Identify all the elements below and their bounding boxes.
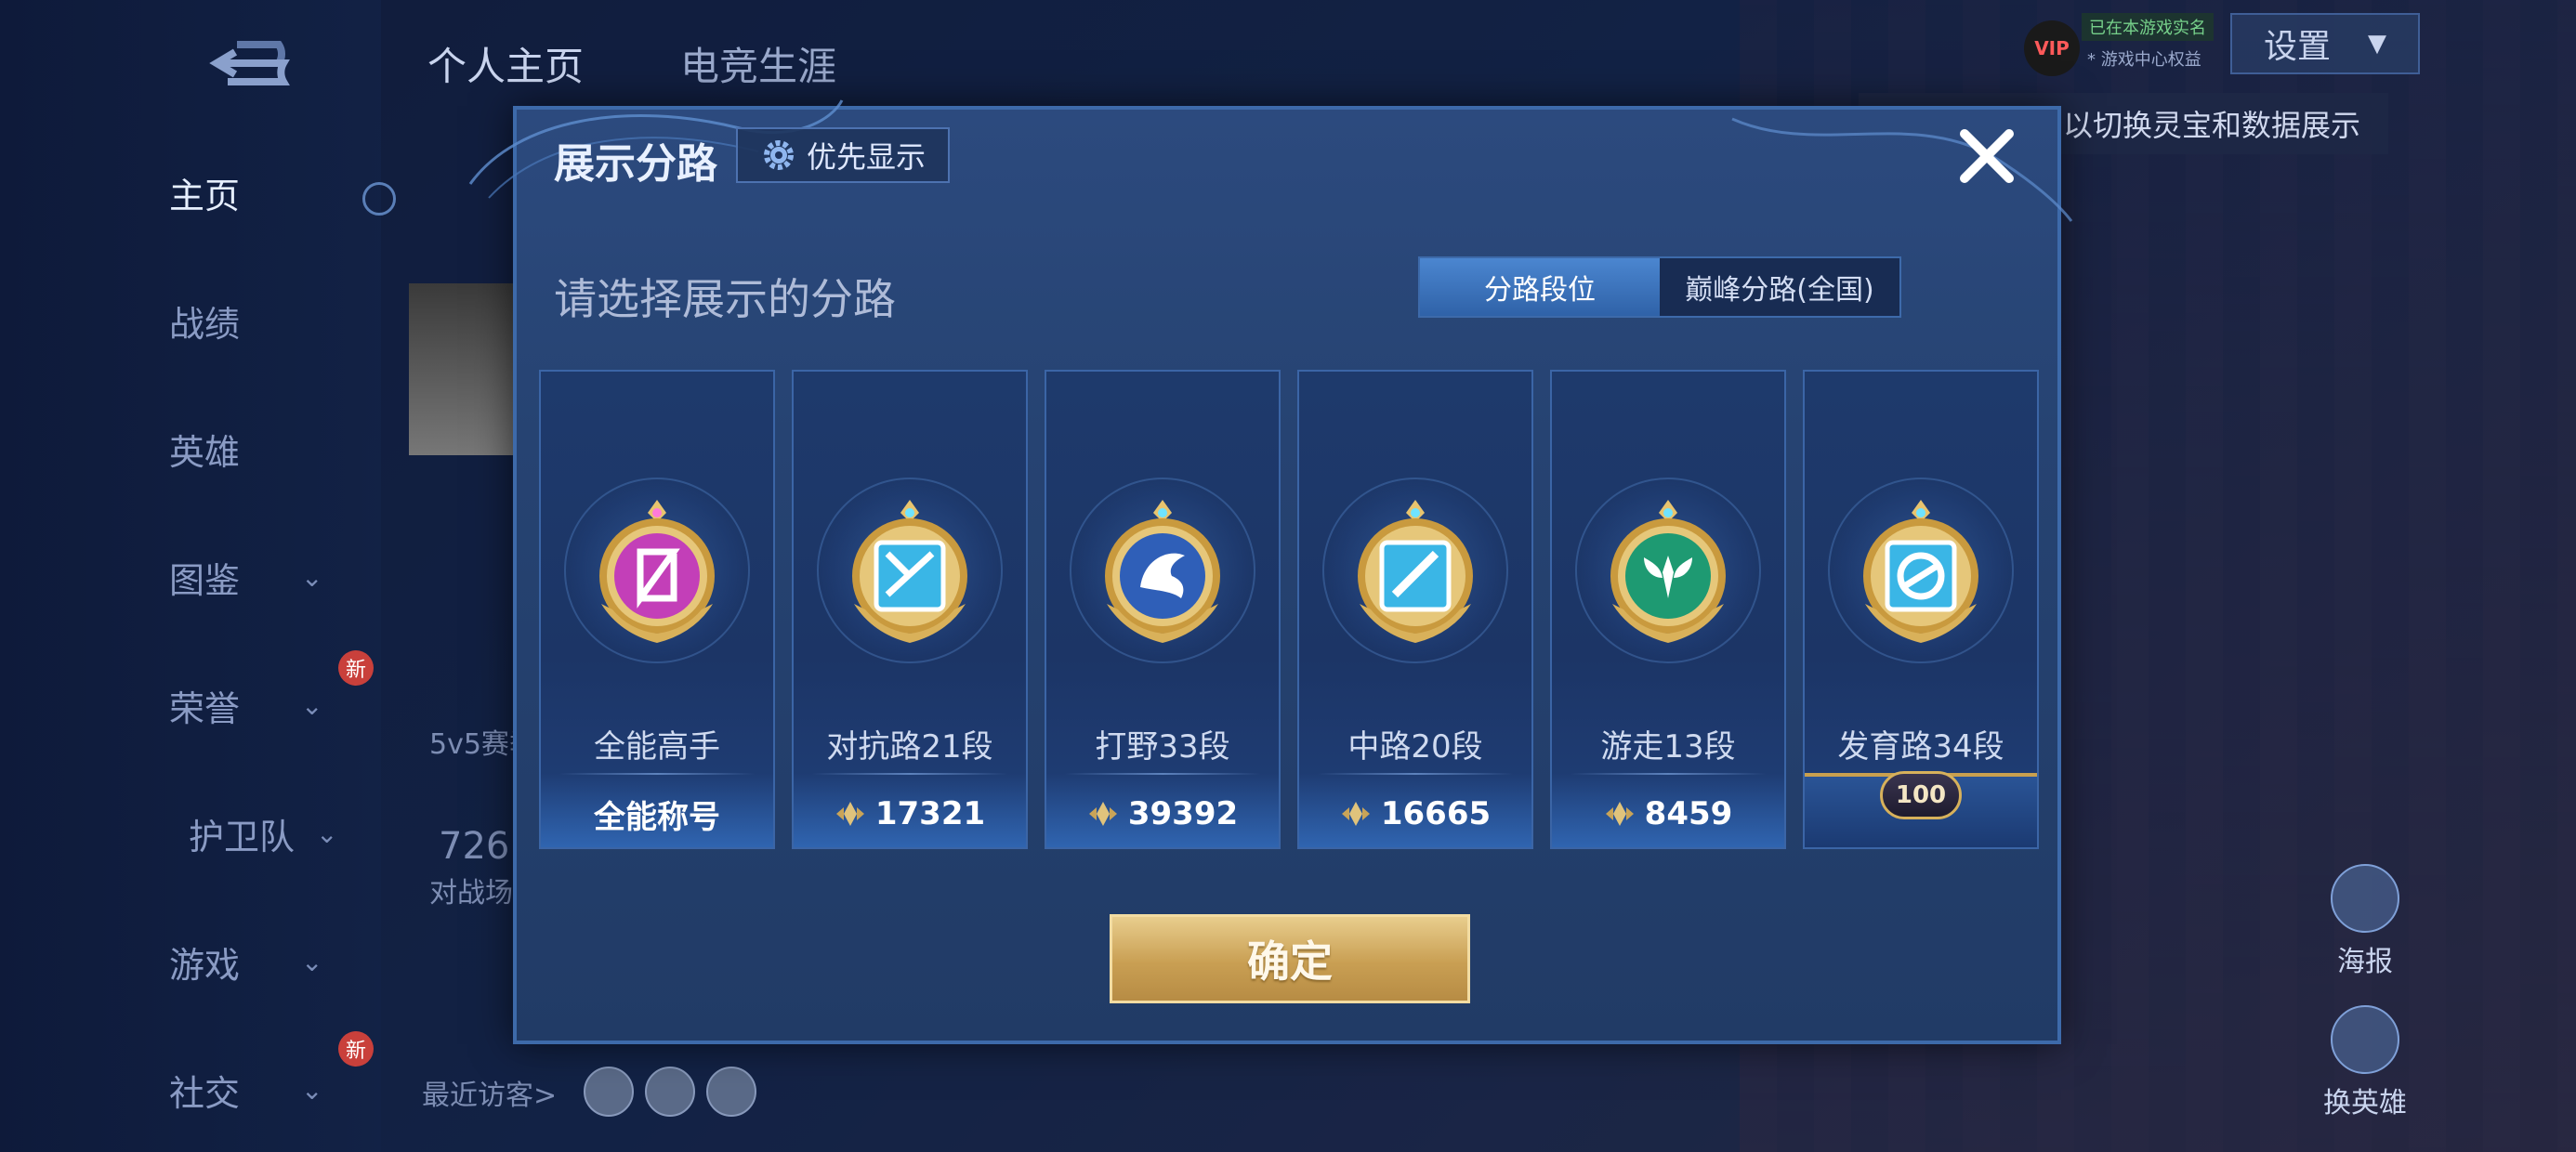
realname-status: 已在本游戏实名 (2082, 13, 2214, 41)
chevron-down-icon: ⌄ (316, 818, 338, 849)
poster-label: 海报 (2337, 946, 2393, 978)
peak-points-icon (1341, 802, 1370, 826)
dialog-title: 展示分路 (554, 140, 717, 188)
lane-card-roam[interactable]: 游走13段 8459 (1550, 370, 1786, 849)
switch-hero-button[interactable]: 换英雄 (2314, 1005, 2416, 1120)
visitor-avatar[interactable] (645, 1067, 695, 1117)
display-lane-dialog: 展示分路 优先显示 请选择展示的分路 分路段位 巅峰分路(全国) 全能高手 全能… (468, 99, 2073, 1044)
lane-stat-text: 39392 (1127, 795, 1239, 832)
nav-item-games[interactable]: 游戏 ⌄ (139, 936, 362, 988)
lane-stat: 39392 (1046, 786, 1279, 842)
nav-item-label: 护卫队 (188, 817, 295, 857)
back-arrow-icon[interactable] (200, 35, 302, 91)
jungle-emblem-icon (1105, 500, 1220, 643)
nav-item-heroes[interactable]: 英雄 (139, 424, 362, 475)
new-badge: 新 (338, 650, 374, 686)
nav-item-home[interactable]: 主页 (139, 167, 362, 218)
lane-stat: 8459 (1552, 786, 1784, 842)
lane-card-jungle[interactable]: 打野33段 39392 (1045, 370, 1281, 849)
nav-item-label: 英雄 (168, 432, 240, 473)
lane-card-farm[interactable]: 发育路34段 100 (1803, 370, 2039, 849)
nav-item-label: 社交 (168, 1073, 240, 1114)
avatar (409, 283, 530, 455)
nav-item-label: 游戏 (168, 945, 240, 986)
switch-hero-label: 换英雄 (2323, 1087, 2407, 1119)
vip-badge[interactable]: VIP (2024, 20, 2080, 76)
farm-lane-emblem-icon (1863, 500, 1978, 643)
lane-name: 打野33段 (1095, 728, 1230, 766)
peak-points-icon (1088, 802, 1117, 826)
tab-peak-lane-national[interactable]: 巅峰分路(全国) (1660, 258, 1899, 316)
close-icon[interactable] (1950, 119, 2024, 193)
lane-name: 全能高手 (594, 728, 720, 766)
peak-points-icon (1605, 802, 1634, 826)
poster-icon (2331, 864, 2399, 933)
lane-stat-text: 16665 (1380, 795, 1492, 832)
visitor-avatar[interactable] (706, 1067, 756, 1117)
chevron-down-icon: ⌄ (301, 690, 323, 721)
lane-card-clash[interactable]: 对抗路21段 17321 (792, 370, 1028, 849)
gear-icon (763, 140, 794, 170)
nav-item-codex[interactable]: 图鉴 ⌄ (139, 552, 362, 603)
priority-display-label: 优先显示 (806, 139, 926, 175)
nav-item-label: 战绩 (168, 304, 240, 345)
lane-name: 中路20段 (1347, 728, 1483, 766)
switch-hero-icon (2331, 1005, 2399, 1074)
lane-stat: 17321 (794, 786, 1026, 842)
game-center-rights[interactable]: * 游戏中心权益 (2087, 46, 2201, 71)
left-navigation: 主页 战绩 英雄 图鉴 ⌄ 荣誉 ⌄ 新 护卫队 ⌄ 游戏 ⌄ 社交 ⌄ 新 (0, 0, 396, 1152)
settings-label: 设置 (2263, 28, 2331, 66)
rank-number-badge: 100 (1880, 771, 1962, 819)
lane-card-all-round[interactable]: 全能高手 全能称号 (539, 370, 775, 849)
mid-lane-emblem-icon (1358, 500, 1473, 643)
nav-item-guard-team[interactable]: 护卫队 ⌄ (186, 808, 409, 859)
nav-item-label: 主页 (168, 176, 240, 216)
nav-item-social[interactable]: 社交 ⌄ (139, 1065, 362, 1116)
chevron-down-icon: ▼ (2368, 30, 2386, 58)
nav-item-records[interactable]: 战绩 (139, 295, 362, 347)
active-nav-indicator (362, 182, 396, 216)
confirm-button[interactable]: 确定 (1110, 914, 1470, 1003)
lane-stat-text: 8459 (1644, 795, 1733, 832)
recent-visitors-link[interactable]: 最近访客> (422, 1072, 557, 1113)
visitor-avatar[interactable] (584, 1067, 634, 1117)
peak-points-icon (835, 802, 864, 826)
lane-stat-text: 全能称号 (594, 798, 720, 836)
lane-stat: 16665 (1299, 786, 1531, 842)
nav-item-honor[interactable]: 荣誉 ⌄ (139, 680, 362, 731)
poster-button[interactable]: 海报 (2314, 864, 2416, 979)
chevron-down-icon: ⌄ (301, 947, 323, 977)
chevron-down-icon: ⌄ (301, 562, 323, 593)
chevron-down-icon: ⌄ (301, 1075, 323, 1106)
lane-name: 游走13段 (1600, 728, 1736, 766)
clash-lane-emblem-icon (852, 500, 967, 643)
lane-name: 发育路34段 (1837, 728, 2004, 766)
nav-item-label: 荣誉 (168, 688, 240, 729)
battle-text: 对战场 (429, 877, 513, 910)
dialog-subtitle: 请选择展示的分路 (554, 274, 896, 324)
all-round-emblem-icon (599, 500, 715, 643)
lane-stat-text: 17321 (874, 795, 986, 832)
lane-mode-toggle: 分路段位 巅峰分路(全国) (1418, 256, 1901, 318)
roam-emblem-icon (1610, 500, 1726, 643)
settings-button[interactable]: 设置 ▼ (2230, 13, 2420, 74)
nav-item-label: 图鉴 (168, 560, 240, 601)
lane-card-mid[interactable]: 中路20段 16665 (1297, 370, 1533, 849)
lane-name: 对抗路21段 (826, 728, 993, 766)
priority-display-button[interactable]: 优先显示 (736, 127, 950, 183)
score-text: 726 (439, 825, 510, 868)
lane-stat: 全能称号 (541, 786, 773, 842)
new-badge: 新 (338, 1031, 374, 1067)
tab-lane-rank[interactable]: 分路段位 (1420, 258, 1660, 316)
